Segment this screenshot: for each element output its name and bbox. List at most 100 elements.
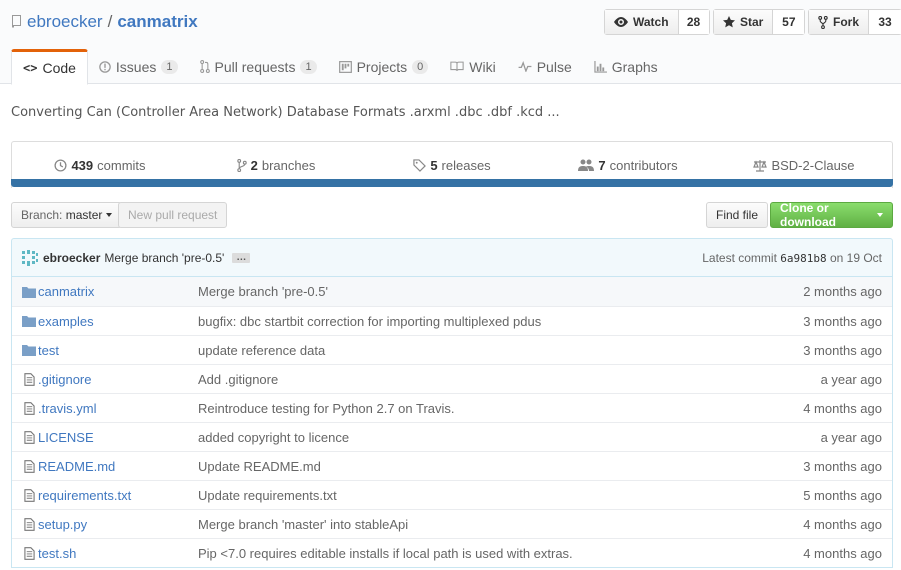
branch-prefix: Branch: [21,208,63,222]
tab-wiki[interactable]: Wiki [439,49,506,84]
tab-code[interactable]: <> Code [11,49,88,85]
tab-pulse[interactable]: Pulse [507,49,583,84]
file-commit-message[interactable]: bugfix: dbc startbit correction for impo… [198,314,762,329]
releases-count: 5 [430,157,438,173]
tag-icon [413,158,427,172]
file-name-link[interactable]: setup.py [38,517,198,532]
file-name-link[interactable]: README.md [38,459,198,474]
file-commit-message[interactable]: Add .gitignore [198,372,762,387]
file-age: 3 months ago [803,458,882,474]
file-name-link[interactable]: .travis.yml [38,401,198,416]
tab-projects[interactable]: Projects 0 [328,49,440,84]
file-name-link[interactable]: test.sh [38,546,198,561]
watch-count[interactable]: 28 [678,10,709,34]
pull-requests-counter: 1 [300,59,317,74]
table-row: .gitignore Add .gitignore a year ago [12,364,892,393]
file-commit-message[interactable]: Update README.md [198,459,762,474]
commit-expand-button[interactable]: … [232,252,251,263]
repo-name-link[interactable]: canmatrix [117,12,197,32]
file-name-link[interactable]: examples [38,314,198,329]
file-type-icon [21,488,37,502]
table-row: test update reference data 3 months ago [12,335,892,364]
file-name-link[interactable]: LICENSE [38,430,198,445]
license-link[interactable]: BSD-2-Clause [716,158,892,173]
file-icon [23,546,35,560]
file-icon [23,517,35,531]
fork-button[interactable]: Fork [809,10,870,34]
tab-label: Graphs [611,58,658,75]
issues-counter: 1 [161,59,178,74]
file-type-icon [21,401,37,415]
commit-sha[interactable]: 6a981b8 [780,252,826,265]
find-file-button[interactable]: Find file [706,202,769,228]
avatar[interactable] [22,249,38,266]
tab-pull-requests[interactable]: Pull requests 1 [189,49,328,84]
branch-name: master [65,208,103,222]
law-icon [753,159,768,172]
star-group: Star 57 [713,9,806,35]
star-icon [723,16,735,28]
releases-link[interactable]: 5 releases [364,158,540,173]
file-name-link[interactable]: .gitignore [38,372,198,387]
file-icon [23,488,35,502]
star-count[interactable]: 57 [773,10,805,34]
commit-message[interactable]: Merge branch 'pre-0.5' [104,251,224,265]
tab-label: Pull requests [214,58,296,75]
file-age: 3 months ago [803,342,882,358]
watch-button[interactable]: Watch [605,10,679,34]
file-type-icon [21,286,37,298]
file-icon [23,401,35,415]
commits-link[interactable]: 439 commits [12,158,188,173]
file-name-link[interactable]: canmatrix [38,284,198,299]
file-type-icon [21,430,37,444]
commit-author[interactable]: ebroecker [43,251,100,265]
repo-title: ebroecker / canmatrix [11,11,198,33]
tab-issues[interactable]: Issues 1 [88,49,189,84]
file-icon [23,430,35,444]
tab-label: Projects [356,58,408,75]
latest-commit-info: Latest commit 6a981b8 on 19 Oct [702,251,882,265]
file-name-link[interactable]: test [38,343,198,358]
tab-graphs[interactable]: Graphs [583,49,669,84]
table-row: .travis.yml Reintroduce testing for Pytho… [12,393,892,422]
repo-icon [12,15,21,28]
file-commit-message[interactable]: Reintroduce testing for Python 2.7 on Tr… [198,401,762,416]
file-commit-message[interactable]: Merge branch 'pre-0.5' [198,284,762,299]
branches-link[interactable]: 2 branches [188,158,364,173]
issue-icon [99,60,111,73]
table-row: README.md Update README.md 3 months ago [12,451,892,480]
file-commit-message[interactable]: Merge branch 'master' into stableApi [198,517,762,532]
file-commit-message[interactable]: Update requirements.txt [198,488,762,503]
repo-nav-tabs: <> Code Issues 1 Pull requests 1 Project… [11,49,669,85]
file-name-link[interactable]: requirements.txt [38,488,198,503]
projects-counter: 0 [412,59,429,74]
file-commit-message[interactable]: Pip <7.0 requires editable installs if l… [198,546,762,561]
folder-icon [22,345,36,356]
contributors-link[interactable]: 7 contributors [540,158,716,173]
code-icon: <> [23,61,38,75]
branch-select-button[interactable]: Branch: master [11,202,123,228]
commits-label: commits [97,157,146,173]
table-row: test.sh Pip <7.0 requires editable instal… [12,538,892,567]
commits-count: 439 [71,157,94,173]
file-commit-message[interactable]: update reference data [198,343,762,358]
file-age: a year ago [820,429,882,445]
file-icon [23,459,35,473]
fork-count[interactable]: 33 [869,10,901,34]
file-commit-message[interactable]: added copyright to licence [198,430,762,445]
project-icon [338,60,352,73]
repo-header: ebroecker / canmatrix Watch 28 Star 57 F… [0,0,901,85]
star-button[interactable]: Star [714,10,774,34]
repo-owner-link[interactable]: ebroecker [27,12,103,32]
clone-download-button[interactable]: Clone or download [770,201,893,229]
file-icon [23,372,35,386]
clone-download-label: Clone or download [780,201,836,229]
file-type-icon [21,315,37,327]
people-icon [578,159,595,171]
branches-count: 2 [250,157,258,173]
fork-group: Fork 33 [808,9,901,35]
branch-icon [236,158,247,172]
new-pull-request-button[interactable]: New pull request [118,202,228,228]
latest-commit-prefix: Latest commit [702,250,777,265]
language-bar [11,179,893,187]
